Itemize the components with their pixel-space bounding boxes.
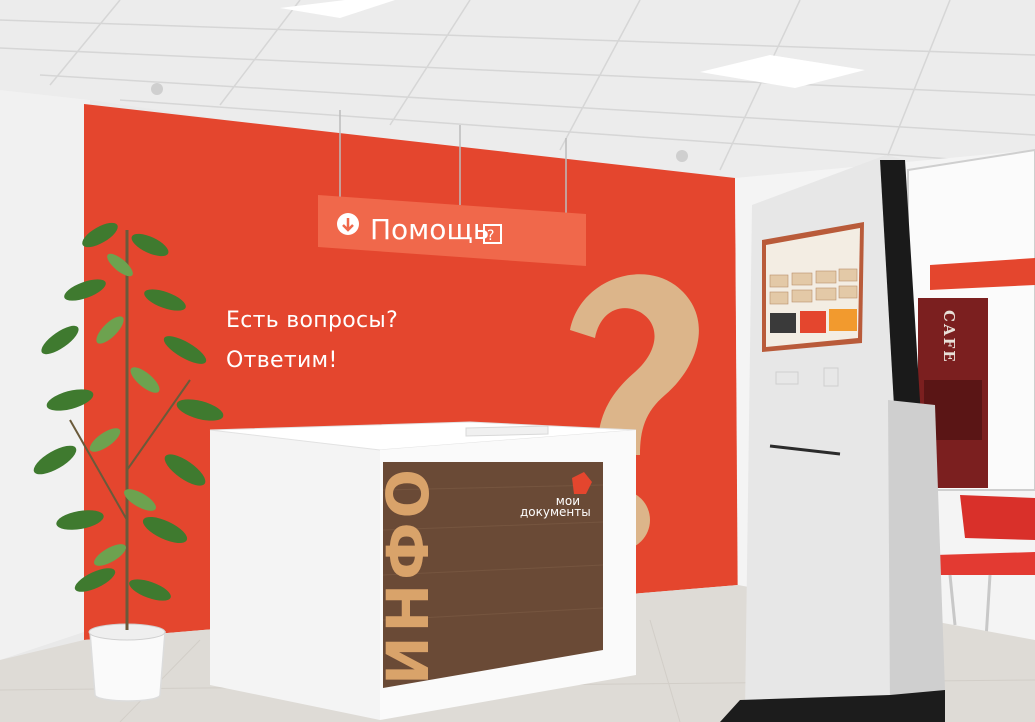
wall-slogan-line2: Ответим!: [226, 348, 338, 373]
smoke-detector: [151, 83, 163, 95]
wall-slogan-line1: Есть вопросы?: [226, 308, 399, 333]
reception-scene: ? Помощь Есть вопросы? Ответим! ИНФО мои…: [0, 0, 1035, 722]
help-sign-text: Помощь: [370, 213, 490, 246]
desk-logo-text: мои документы: [520, 495, 591, 519]
plant-pot: [89, 631, 166, 702]
cafe-label: CAFE: [940, 310, 958, 364]
left-wall: [0, 90, 90, 660]
desk-logo-line2: документы: [520, 505, 591, 519]
scene-illustration: ?: [0, 0, 1035, 722]
desk-info-text: ИНФО: [374, 465, 442, 685]
smoke-detector: [676, 150, 688, 162]
